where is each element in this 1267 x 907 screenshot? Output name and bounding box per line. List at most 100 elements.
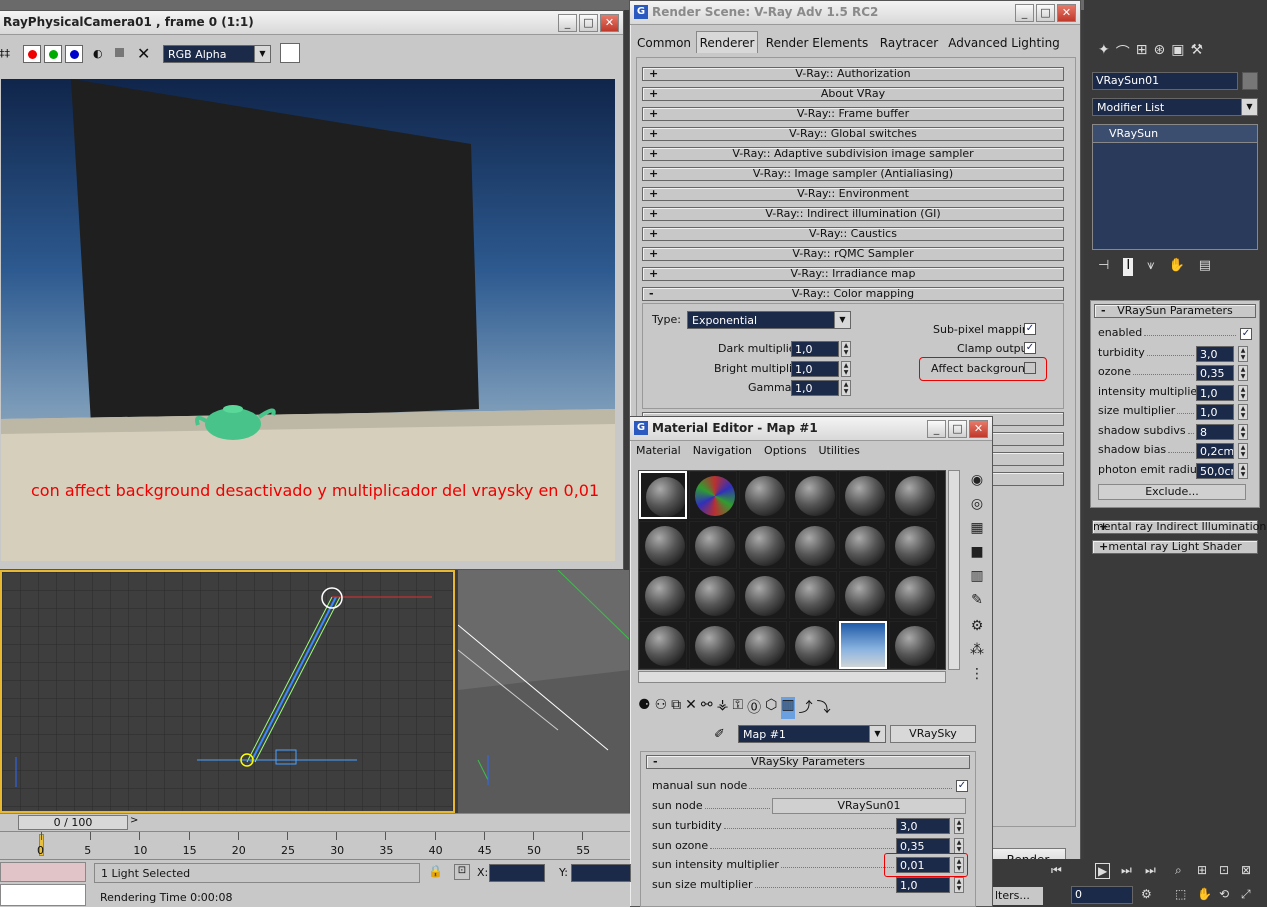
slots-hscrollbar[interactable]: [638, 671, 946, 683]
bright-multiplier-spinner[interactable]: ▲ ▼: [841, 361, 851, 377]
reset-map-icon[interactable]: ✕: [685, 697, 697, 719]
minimize-button[interactable]: _: [927, 420, 946, 438]
sample-slot[interactable]: [639, 521, 687, 569]
object-color-swatch[interactable]: [1242, 72, 1258, 90]
material-navigator-icon[interactable]: ⋮: [966, 663, 988, 685]
absolute-mode-icon[interactable]: ⊡: [454, 864, 470, 880]
rollout-mr-indirect[interactable]: + mental ray Indirect Illumination: [1092, 520, 1266, 534]
manual-sun-node-checkbox[interactable]: ✓: [956, 780, 968, 792]
key-filters-button[interactable]: lters...: [993, 887, 1043, 905]
sample-slot[interactable]: [889, 471, 937, 519]
rollout-0[interactable]: + V-Ray:: Authorization: [642, 67, 1064, 81]
zoom-all-icon[interactable]: ⊞: [1197, 863, 1207, 877]
dark-multiplier-input[interactable]: 1,0: [791, 341, 839, 357]
x-coordinate-field[interactable]: [489, 864, 545, 882]
sun-param-spinner[interactable]: ▲ ▼: [1238, 384, 1248, 401]
show-map-icon[interactable]: ⬡: [765, 697, 777, 719]
stack-item-vraysun[interactable]: VRaySun: [1093, 125, 1257, 143]
pan-icon[interactable]: ✋: [1197, 887, 1212, 901]
maxscript-listener[interactable]: [0, 862, 86, 882]
select-by-material-icon[interactable]: ⁂: [966, 639, 988, 661]
red-channel-button[interactable]: [23, 45, 41, 63]
sun-param-input[interactable]: 0,35: [1196, 365, 1234, 381]
sun-param-input[interactable]: 3,0: [1196, 345, 1234, 362]
utilities-icon[interactable]: ⚒: [1190, 42, 1203, 64]
channel-dropdown[interactable]: RGB Alpha ▼: [163, 45, 271, 63]
sample-slot[interactable]: [789, 471, 837, 519]
sample-slot-vraysky[interactable]: [839, 621, 887, 669]
create-icon[interactable]: ✦: [1098, 42, 1110, 64]
goto-start-icon[interactable]: ⏮: [1051, 863, 1062, 878]
sample-slot[interactable]: [739, 571, 787, 619]
rollout-9[interactable]: + V-Ray:: rQMC Sampler: [642, 247, 1064, 261]
object-name-input[interactable]: VRaySun01: [1092, 72, 1238, 90]
sample-slot[interactable]: [889, 521, 937, 569]
rollout-5[interactable]: + V-Ray:: Image sampler (Antialiasing): [642, 167, 1064, 181]
timeline-track[interactable]: 0 5 10 15 20 25 30 35 40 45 50 55: [0, 831, 630, 859]
eyedropper-icon[interactable]: ✐: [714, 727, 725, 742]
sample-slot[interactable]: [839, 471, 887, 519]
color-swatch[interactable]: [280, 43, 300, 63]
make-copy-icon[interactable]: ⚯: [701, 697, 713, 719]
minimize-button[interactable]: _: [558, 14, 577, 32]
put-to-scene-icon[interactable]: ⚇: [655, 697, 668, 719]
sun-param-spinner[interactable]: ▲ ▼: [1238, 462, 1248, 479]
blue-channel-button[interactable]: [65, 45, 83, 63]
tab-render-elements[interactable]: Render Elements: [758, 33, 876, 53]
put-to-library-icon[interactable]: ⚿: [733, 697, 744, 719]
region-zoom-icon[interactable]: ⬚: [1175, 887, 1186, 901]
rollout-1[interactable]: + About VRay: [642, 87, 1064, 101]
get-material-icon[interactable]: ⚈: [638, 697, 651, 719]
material-effects-icon[interactable]: ⓪: [747, 697, 761, 719]
goto-end-icon[interactable]: ⏭: [1145, 863, 1156, 878]
sun-param-input[interactable]: 50,0cm: [1196, 462, 1234, 479]
sample-slot[interactable]: [889, 571, 937, 619]
maximize-button[interactable]: □: [1036, 4, 1055, 22]
show-end-result-icon[interactable]: Ⅰ: [1123, 258, 1134, 276]
sample-slot[interactable]: [639, 571, 687, 619]
configure-sets-icon[interactable]: ▤: [1199, 258, 1211, 276]
make-unique-icon[interactable]: ⚶: [717, 697, 729, 719]
menu-utilities[interactable]: Utilities: [818, 444, 859, 462]
sample-slot[interactable]: [689, 621, 737, 669]
tab-advanced-lighting[interactable]: Advanced Lighting: [946, 33, 1062, 53]
play-icon[interactable]: ▶: [1095, 863, 1111, 879]
enabled-checkbox[interactable]: ✓: [1240, 328, 1252, 340]
time-config-icon[interactable]: ⚙: [1141, 887, 1152, 901]
close-button[interactable]: ✕: [1057, 4, 1076, 22]
dark-multiplier-spinner[interactable]: ▲ ▼: [841, 341, 851, 357]
green-channel-button[interactable]: [44, 45, 62, 63]
sun-param-spinner[interactable]: ▲ ▼: [1238, 423, 1248, 440]
rollout-8[interactable]: + V-Ray:: Caustics: [642, 227, 1064, 241]
hierarchy-icon[interactable]: ⊞: [1136, 42, 1148, 64]
maximize-button[interactable]: □: [579, 14, 598, 32]
menu-navigation[interactable]: Navigation: [693, 444, 752, 462]
zoom-icon[interactable]: ⌕: [1175, 863, 1182, 878]
options-icon[interactable]: ⚙: [966, 615, 988, 637]
sun-ozone-spinner[interactable]: ▲ ▼: [954, 838, 964, 854]
sun-turbidity-input[interactable]: 3,0: [896, 818, 950, 834]
stereo-icon[interactable]: ‡‡: [0, 47, 10, 60]
material-editor-window[interactable]: G Material Editor - Map #1 _ □ ✕ Material N…: [629, 416, 993, 907]
sample-slot[interactable]: [789, 571, 837, 619]
sun-param-spinner[interactable]: ▲ ▼: [1238, 365, 1248, 381]
time-slider[interactable]: 0 / 100 >: [0, 813, 630, 831]
modifier-stack[interactable]: VRaySun: [1092, 124, 1258, 250]
tab-renderer[interactable]: Renderer: [696, 31, 758, 53]
gamma-spinner[interactable]: ▲ ▼: [841, 380, 851, 396]
motion-icon[interactable]: ⊛: [1153, 42, 1165, 64]
sun-node-button[interactable]: VRaySun01: [772, 798, 966, 814]
sample-slot[interactable]: [889, 621, 937, 669]
menu-material[interactable]: Material: [636, 444, 681, 462]
minimize-button[interactable]: _: [1015, 4, 1034, 22]
sun-param-spinner[interactable]: ▲ ▼: [1238, 404, 1248, 420]
go-to-parent-icon[interactable]: ⤴: [799, 697, 813, 719]
sample-slot[interactable]: [689, 471, 737, 519]
current-frame-field[interactable]: 0: [1071, 886, 1133, 904]
time-next-icon[interactable]: >: [130, 815, 138, 826]
sample-slot[interactable]: [839, 571, 887, 619]
uv-tiling-icon[interactable]: ■: [966, 541, 988, 563]
tab-raytracer[interactable]: Raytracer: [876, 33, 942, 53]
sun-param-spinner[interactable]: ▲ ▼: [1238, 443, 1248, 459]
map-type-button[interactable]: VRaySky: [890, 725, 976, 743]
